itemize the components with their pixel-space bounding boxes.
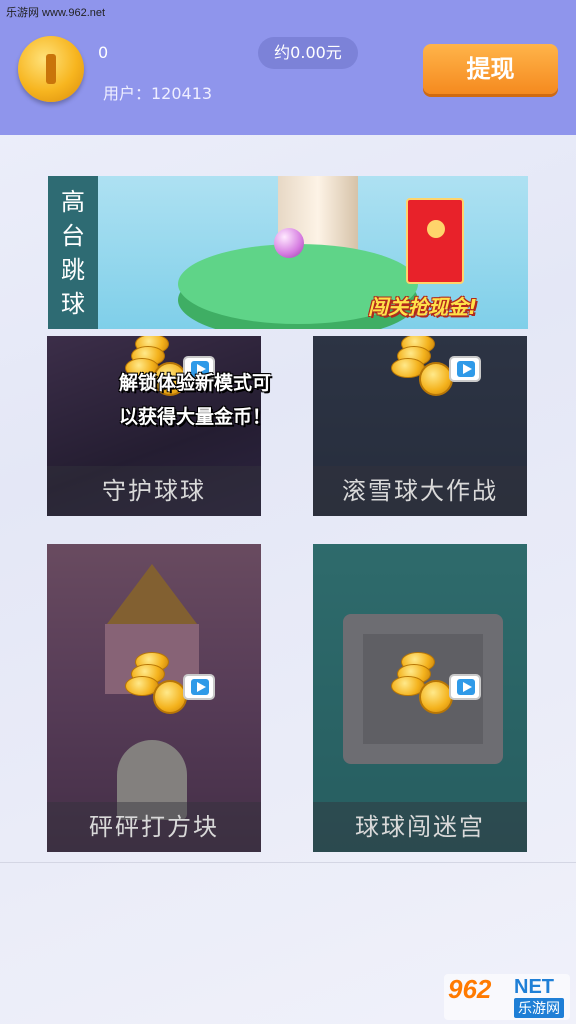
banner-side-title: 高 台 跳 球	[48, 176, 98, 329]
watermark-bottom: 962 NET 乐游网	[444, 974, 570, 1020]
game-label: 球球闯迷宫	[313, 802, 527, 852]
watermark-net: NET	[514, 976, 554, 998]
money-balance: 约0.00元	[258, 37, 358, 69]
unlock-message-line: 以获得大量金币！	[118, 406, 271, 428]
coin-reward-icon	[389, 648, 481, 718]
user-id: 用户：120413	[103, 84, 213, 103]
divider	[0, 862, 576, 863]
coin-reward-icon	[389, 336, 481, 400]
banner-title-char: 球	[61, 289, 85, 318]
watermark-top: 乐游网 www.962.net	[6, 7, 106, 19]
red-packet-icon	[406, 198, 464, 284]
game-label: 滚雪球大作战	[313, 466, 527, 516]
game-label: 砰砰打方块	[47, 802, 261, 852]
game-card-maze-ball[interactable]: 球球闯迷宫	[313, 544, 527, 852]
coin-icon	[18, 36, 84, 102]
game-card-bang-blocks[interactable]: 砰砰打方块	[47, 544, 261, 852]
unlock-message-line: 解锁体验新模式可	[118, 372, 271, 394]
banner-slogan: 闯关抢现金!	[368, 295, 478, 319]
banner-title-char: 跳	[61, 255, 85, 284]
header-bar: 0 用户：120413 约0.00元 提现	[0, 0, 576, 135]
coin-reward-icon	[123, 648, 215, 718]
game-label: 守护球球	[47, 466, 261, 516]
video-play-icon	[183, 674, 215, 700]
unlock-message: 解锁体验新模式可 以获得大量金币！	[100, 366, 290, 434]
watermark-cn: 乐游网	[514, 998, 564, 1018]
video-play-icon	[449, 674, 481, 700]
withdraw-button[interactable]: 提现	[423, 44, 558, 94]
watermark-number: 962	[448, 974, 492, 1004]
coin-count: 0	[98, 43, 109, 62]
banner-title-char: 高	[61, 187, 85, 216]
game-card-snowball[interactable]: 滚雪球大作战	[313, 336, 527, 516]
banner-title-char: 台	[61, 221, 85, 250]
banner-helix-jump[interactable]: 高 台 跳 球 闯关抢现金!	[48, 176, 528, 329]
banner-ball	[274, 228, 304, 258]
video-play-icon	[449, 356, 481, 382]
